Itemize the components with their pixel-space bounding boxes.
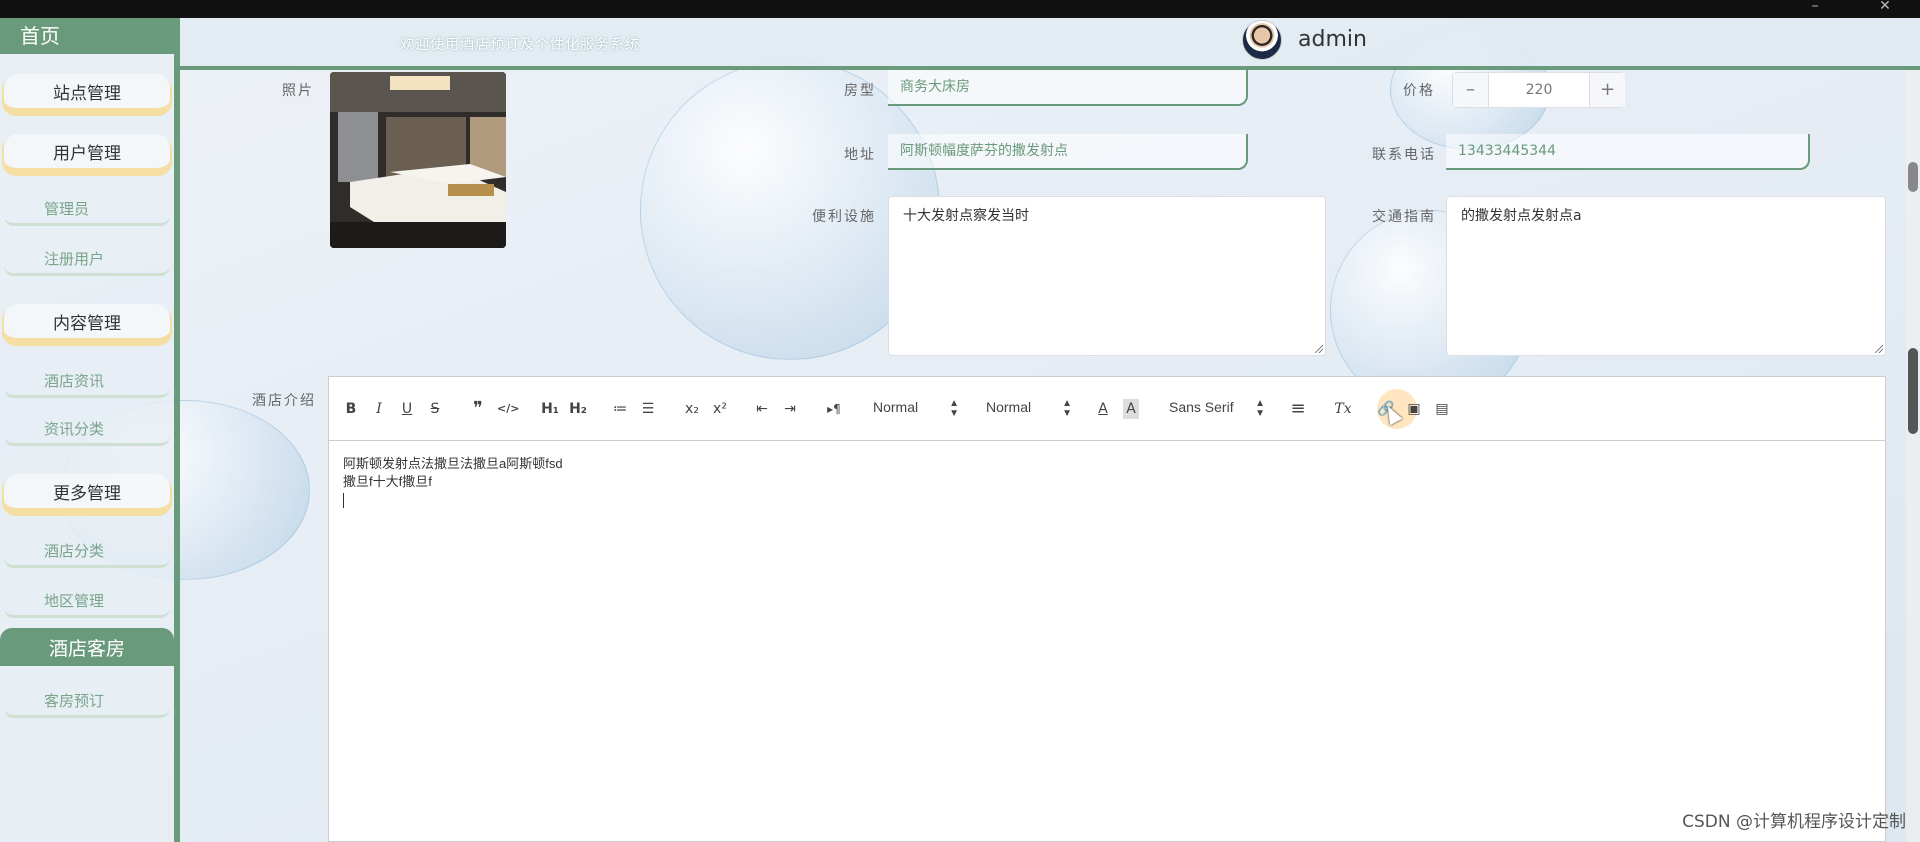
sidebar-group-hotel-rooms[interactable]: 酒店客房 — [0, 628, 174, 666]
video-icon[interactable]: ▤ — [1433, 399, 1451, 419]
transport-textarea[interactable]: 的撒发射点发射点a — [1446, 196, 1886, 356]
size-select-value: Normal — [873, 399, 919, 415]
select-arrow-icon: ▲ ▼ — [949, 398, 959, 419]
room-type-label: 房型 — [844, 83, 876, 99]
font-select[interactable]: Sans Serif ▲ ▼ — [1169, 399, 1265, 419]
close-window-button[interactable]: ✕ — [1870, 0, 1900, 18]
room-photo[interactable] — [330, 72, 506, 248]
editor-line: 阿斯顿发射点法撒旦法撒旦a阿斯顿fsd — [343, 456, 563, 471]
sidebar-item-region[interactable]: 地区管理 — [4, 584, 170, 618]
price-value[interactable]: 220 — [1489, 73, 1589, 107]
phone-label: 联系电话 — [1372, 147, 1436, 163]
code-block-icon[interactable]: </> — [497, 399, 519, 419]
top-header: 欢迎使用酒店预订及个性化服务系统 admin — [180, 18, 1920, 70]
sidebar-group-site[interactable]: 站点管理 — [4, 74, 170, 114]
address-field[interactable]: 阿斯顿幅度萨芬的撒发射点 — [888, 134, 1248, 170]
transport-label: 交通指南 — [1372, 209, 1436, 225]
strikethrough-icon[interactable]: S — [427, 399, 443, 419]
header-select[interactable]: Normal ▲ ▼ — [986, 399, 1072, 419]
user-avatar-icon[interactable] — [1242, 20, 1282, 60]
sidebar-group-more[interactable]: 更多管理 — [4, 474, 170, 514]
sidebar-item-hotel-news[interactable]: 酒店资讯 — [4, 364, 170, 398]
underline-icon[interactable]: U — [399, 399, 415, 419]
price-decrease-button[interactable]: – — [1453, 73, 1489, 107]
resize-grip-icon[interactable] — [1315, 345, 1323, 353]
username-label[interactable]: admin — [1298, 27, 1367, 52]
sidebar-group-users[interactable]: 用户管理 — [4, 134, 170, 174]
image-icon[interactable]: ▣ — [1405, 399, 1423, 419]
editor-line: 撒旦f十大f撒旦f — [343, 474, 432, 489]
sidebar-item-room-booking[interactable]: 客房预订 — [4, 684, 170, 718]
scrollbar-upper-thumb[interactable] — [1908, 162, 1918, 192]
phone-field[interactable]: 13433445344 — [1446, 134, 1810, 170]
hotel-intro-editor[interactable]: B I U S ❞ </> H₁ H₂ ≔ ☰ x₂ x² ⇤ ⇥ ▸¶ Nor… — [328, 376, 1886, 842]
background-color-icon[interactable]: A — [1123, 399, 1139, 419]
facilities-label: 便利设施 — [812, 209, 876, 225]
editor-content[interactable]: 阿斯顿发射点法撒旦法撒旦a阿斯顿fsd 撒旦f十大f撒旦f — [343, 455, 563, 508]
scrollbar-thumb[interactable] — [1908, 348, 1918, 434]
facilities-textarea[interactable]: 十大发射点察发当时 — [888, 196, 1326, 356]
align-icon[interactable]: ≡ — [1289, 399, 1307, 419]
address-label: 地址 — [844, 147, 876, 163]
ordered-list-icon[interactable]: ≔ — [611, 399, 629, 419]
sidebar-item-registered-users[interactable]: 注册用户 — [4, 242, 170, 276]
sidebar-item-hotel-category[interactable]: 酒店分类 — [4, 534, 170, 568]
sidebar-group-content[interactable]: 内容管理 — [4, 304, 170, 344]
subscript-icon[interactable]: x₂ — [681, 399, 703, 419]
sidebar-item-admins[interactable]: 管理员 — [4, 192, 170, 226]
intro-label: 酒店介绍 — [252, 393, 316, 409]
font-select-value: Sans Serif — [1169, 399, 1234, 415]
outdent-icon[interactable]: ⇤ — [753, 399, 771, 419]
editor-toolbar: B I U S ❞ </> H₁ H₂ ≔ ☰ x₂ x² ⇤ ⇥ ▸¶ Nor… — [329, 377, 1885, 441]
window-top-strip — [0, 0, 1920, 18]
header-select-value: Normal — [986, 399, 1032, 415]
welcome-text: 欢迎使用酒店预订及个性化服务系统 — [400, 37, 640, 53]
size-select[interactable]: Normal ▲ ▼ — [873, 399, 959, 419]
select-arrow-icon: ▲ ▼ — [1062, 398, 1072, 419]
font-color-icon[interactable]: A — [1095, 399, 1111, 419]
sidebar-item-news-category[interactable]: 资讯分类 — [4, 412, 170, 446]
text-direction-icon[interactable]: ▸¶ — [823, 399, 845, 419]
sidebar: 首页 站点管理 用户管理 管理员 注册用户 内容管理 酒店资讯 资讯分类 更多管… — [0, 18, 180, 842]
price-label: 价格 — [1403, 83, 1435, 99]
heading1-icon[interactable]: H₁ — [539, 399, 561, 419]
room-photo-image — [330, 72, 506, 248]
italic-icon[interactable]: I — [371, 399, 387, 419]
minimize-button[interactable]: – — [1800, 0, 1830, 18]
heading2-icon[interactable]: H₂ — [567, 399, 589, 419]
select-arrow-icon: ▲ ▼ — [1255, 398, 1265, 419]
transport-text: 的撒发射点发射点a — [1461, 208, 1582, 224]
room-type-field[interactable]: 商务大床房 — [888, 70, 1248, 106]
superscript-icon[interactable]: x² — [709, 399, 731, 419]
price-stepper[interactable]: – 220 + — [1452, 72, 1625, 108]
clear-format-icon[interactable]: Tx — [1333, 399, 1353, 419]
blockquote-icon[interactable]: ❞ — [469, 399, 487, 419]
text-caret — [343, 493, 344, 508]
price-increase-button[interactable]: + — [1589, 73, 1625, 107]
facilities-text: 十大发射点察发当时 — [903, 208, 1029, 224]
bold-icon[interactable]: B — [343, 399, 359, 419]
photo-label: 照片 — [282, 83, 314, 99]
watermark-text: CSDN @计算机程序设计定制 — [1682, 812, 1906, 832]
sidebar-home[interactable]: 首页 — [0, 18, 174, 54]
bullet-list-icon[interactable]: ☰ — [639, 399, 657, 419]
indent-icon[interactable]: ⇥ — [781, 399, 799, 419]
resize-grip-icon[interactable] — [1875, 345, 1883, 353]
